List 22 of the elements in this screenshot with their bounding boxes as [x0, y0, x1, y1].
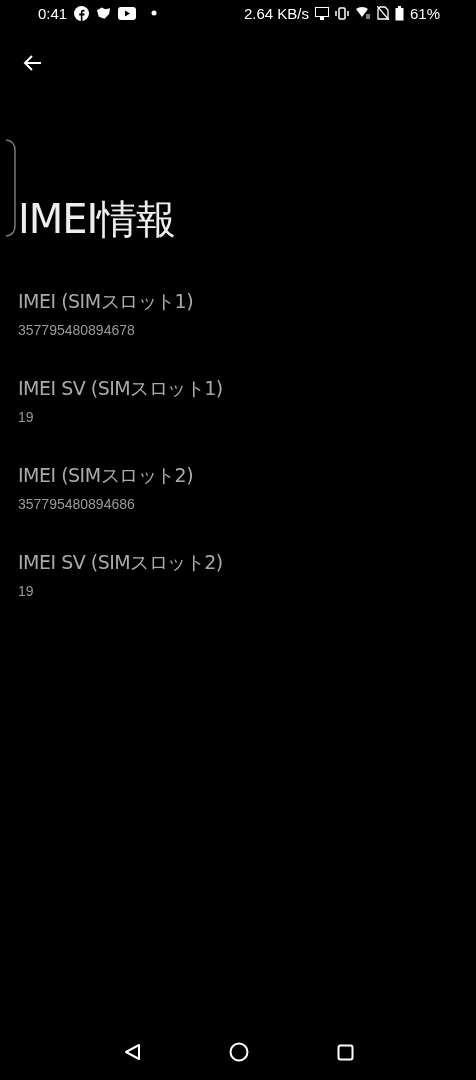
setting-value: 357795480894678 — [18, 322, 136, 338]
setting-value: 357795480894686 — [18, 496, 136, 512]
setting-label: IMEI (SIMスロット1) — [18, 289, 195, 314]
setting-label: IMEI SV (SIMスロット2) — [18, 550, 224, 575]
youtube-icon — [118, 6, 137, 20]
home-button[interactable] — [228, 1041, 250, 1063]
setting-value: 19 — [18, 409, 35, 425]
back-arrow-icon — [23, 53, 43, 73]
vibrate-icon — [334, 6, 349, 20]
no-sim-icon — [376, 6, 389, 20]
setting-label: IMEI (SIMスロット2) — [18, 463, 195, 488]
wifi-icon — [354, 6, 371, 20]
facebook-icon — [74, 5, 90, 21]
setting-value: 19 — [18, 583, 35, 599]
app-icon — [96, 6, 112, 20]
setting-label: IMEI SV (SIMスロット1) — [18, 376, 224, 401]
network-speed: 2.64 KB/s — [243, 4, 309, 22]
page-title: IMEI情報 — [18, 195, 177, 244]
clock-time: 0:41 — [38, 4, 68, 22]
battery-icon — [394, 5, 404, 21]
battery-percent: 61% — [409, 4, 440, 22]
dot-icon — [151, 10, 158, 16]
